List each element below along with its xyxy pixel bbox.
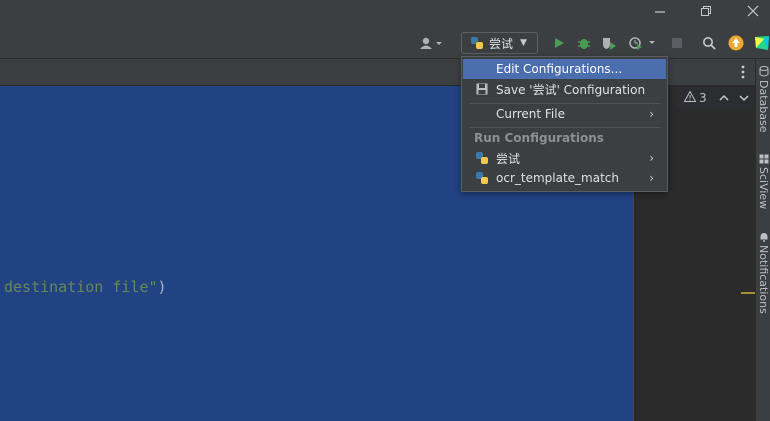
database-icon — [759, 66, 768, 77]
minimize-icon[interactable] — [650, 5, 670, 21]
chevron-right-icon: › — [649, 171, 654, 185]
debug-icon[interactable] — [575, 34, 593, 52]
menu-item-config-try[interactable]: 尝试 › — [463, 148, 666, 168]
bell-icon — [760, 233, 767, 242]
error-stripe-marker[interactable] — [741, 292, 755, 294]
jetbrains-icon[interactable] — [753, 34, 770, 52]
menu-item-label: Edit Configurations... — [496, 62, 623, 76]
more-vertical-icon[interactable] — [734, 63, 752, 81]
code-paren: ) — [157, 278, 167, 296]
chevron-right-icon: › — [649, 107, 654, 121]
profile-icon[interactable] — [628, 34, 658, 52]
run-config-selector[interactable]: 尝试 ▼ — [461, 32, 538, 54]
warning-icon — [683, 90, 697, 105]
tab-sciview-label: SciView — [757, 167, 770, 210]
run-config-menu: Edit Configurations... Save '尝试' Configu… — [461, 56, 668, 192]
python-icon — [475, 151, 489, 165]
search-icon[interactable] — [700, 34, 718, 52]
menu-item-edit-configurations[interactable]: Edit Configurations... — [463, 59, 666, 79]
save-icon — [475, 83, 489, 95]
code-line: destination file") — [4, 278, 167, 296]
menu-item-save-configuration[interactable]: Save '尝试' Configuration — [463, 79, 666, 99]
tab-notifications-label: Notifications — [757, 245, 770, 314]
code-string: destination file" — [4, 278, 158, 296]
user-icon[interactable] — [418, 34, 444, 52]
tab-database-label: Database — [757, 80, 770, 133]
run-config-label: 尝试 — [489, 36, 514, 51]
stop-icon[interactable] — [668, 34, 686, 52]
menu-item-label: 尝试 — [496, 151, 521, 166]
close-icon[interactable] — [743, 5, 763, 21]
python-icon — [471, 37, 483, 49]
menu-item-current-file[interactable]: Current File › — [463, 104, 666, 124]
menu-group-header: Run Configurations — [474, 131, 604, 145]
restore-icon[interactable] — [696, 5, 716, 21]
menu-item-label: ocr_template_match — [496, 171, 619, 185]
chevron-right-icon: › — [649, 151, 654, 165]
grid-icon — [759, 154, 768, 164]
coverage-icon[interactable] — [600, 34, 618, 52]
update-icon[interactable] — [727, 34, 745, 52]
menu-item-label: Save '尝试' Configuration — [496, 82, 646, 97]
chevron-down-icon: ▼ — [520, 38, 527, 48]
run-icon[interactable] — [550, 34, 568, 52]
chevron-down-icon[interactable] — [739, 91, 749, 105]
menu-separator — [470, 127, 660, 128]
tab-notifications[interactable]: Notifications — [757, 232, 770, 314]
inspection-count: 3 — [699, 91, 707, 105]
tab-sciview[interactable]: SciView — [757, 154, 770, 209]
chevron-up-icon[interactable] — [719, 91, 729, 105]
menu-item-config-ocr-template-match[interactable]: ocr_template_match › — [463, 168, 666, 188]
python-icon — [475, 171, 489, 185]
inspection-widget[interactable]: 3 — [676, 87, 753, 109]
menu-item-label: Current File — [496, 107, 565, 121]
tab-database[interactable]: Database — [757, 66, 770, 133]
